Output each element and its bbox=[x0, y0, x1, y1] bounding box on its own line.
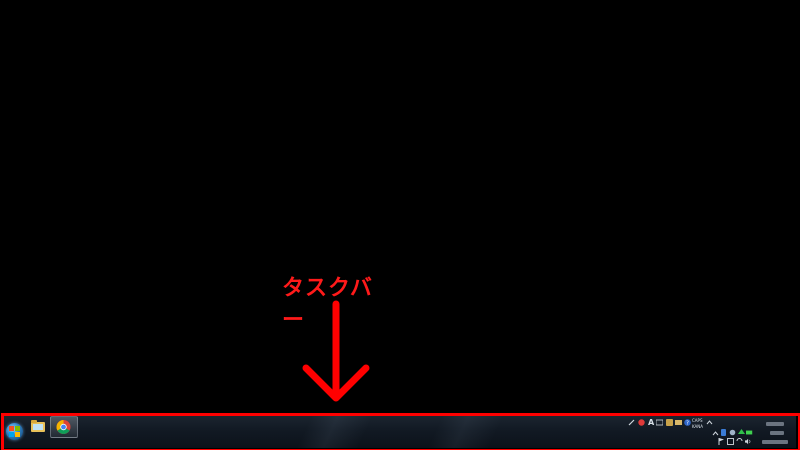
battery-icon[interactable] bbox=[746, 429, 753, 436]
taskbar-explorer-button[interactable] bbox=[26, 417, 50, 435]
ime-pad-icon[interactable] bbox=[666, 419, 673, 426]
flag-icon[interactable] bbox=[718, 438, 725, 445]
folder-icon bbox=[31, 420, 45, 432]
upload-icon[interactable] bbox=[738, 429, 745, 436]
clock-date-placeholder bbox=[762, 440, 788, 444]
record-icon[interactable] bbox=[638, 419, 645, 426]
clock[interactable] bbox=[760, 418, 790, 446]
start-button[interactable] bbox=[6, 423, 23, 440]
chevron-up-icon[interactable] bbox=[706, 419, 713, 426]
chevron-icon[interactable] bbox=[712, 430, 719, 437]
volume-icon[interactable] bbox=[745, 438, 752, 445]
clock-day-placeholder bbox=[770, 431, 784, 435]
pen-icon[interactable] bbox=[628, 419, 635, 426]
taskbar: A ? CAPS KANA bbox=[2, 414, 796, 448]
chrome-icon bbox=[56, 420, 71, 434]
help-icon[interactable]: ? bbox=[684, 419, 691, 426]
ime-mode-indicator[interactable]: A bbox=[648, 419, 654, 427]
taskbar-chrome-button[interactable] bbox=[50, 416, 78, 438]
system-tray: A ? CAPS KANA bbox=[626, 416, 758, 446]
kana-indicator: KANA bbox=[692, 424, 704, 429]
settings-icon[interactable] bbox=[729, 429, 736, 436]
network-icon[interactable] bbox=[727, 438, 734, 445]
svg-text:?: ? bbox=[686, 421, 689, 426]
annotation-arrow bbox=[302, 300, 370, 402]
sync-icon[interactable] bbox=[736, 438, 743, 445]
clock-time-placeholder bbox=[766, 422, 784, 426]
bluetooth-icon[interactable] bbox=[720, 429, 727, 436]
ime-tool-icon[interactable] bbox=[675, 419, 682, 426]
desktop: タスクバー A ? CAPS KANA bbox=[0, 0, 800, 450]
keyboard-icon[interactable] bbox=[656, 419, 663, 426]
windows-orb-icon bbox=[9, 426, 20, 437]
taskbar-sheen bbox=[182, 414, 602, 448]
